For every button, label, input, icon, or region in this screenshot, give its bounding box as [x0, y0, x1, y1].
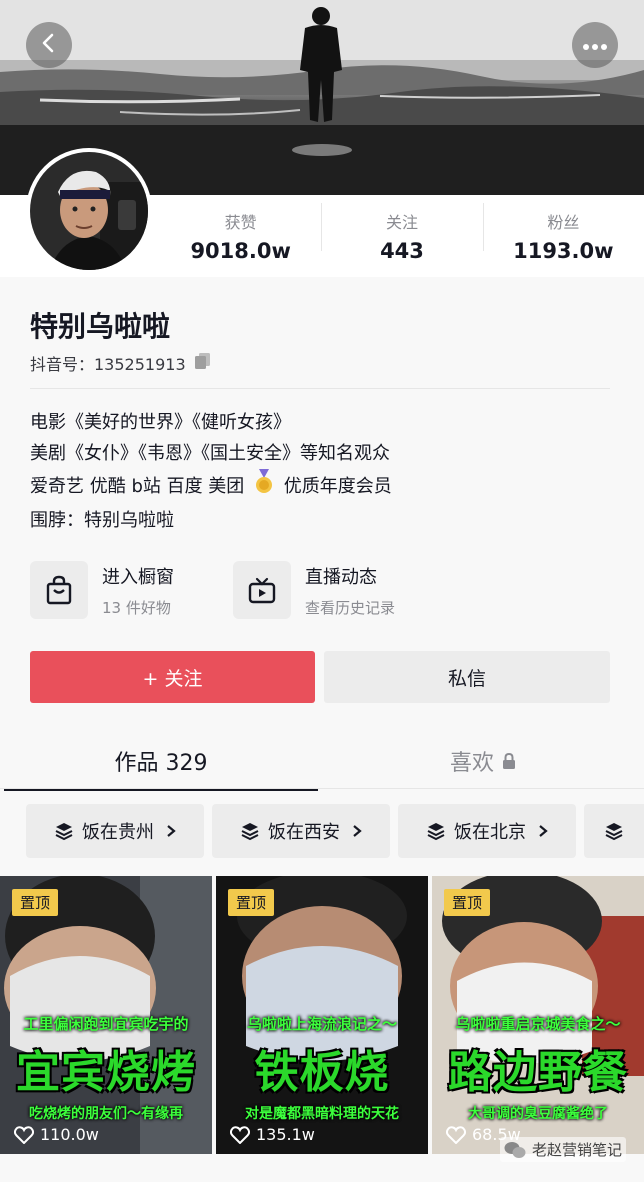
- profile-id: 抖音号：135251913: [30, 355, 186, 374]
- watermark-text: 老赵营销笔记: [531, 1141, 622, 1159]
- collection-chip[interactable]: 饭在贵州: [26, 804, 204, 858]
- heart-icon: [14, 1125, 34, 1144]
- bio-line: 电影《美好的世界》《健听女孩》: [30, 412, 291, 433]
- video-caption-bottom: 对是魔都黑暗料理的天花: [245, 1106, 399, 1122]
- heart-icon: [446, 1125, 466, 1144]
- chevron-left-icon: [38, 32, 60, 58]
- content-tabs: 作品 329 喜欢: [0, 735, 644, 791]
- video-grid: 置顶 工里偏闲跑到宜宾吃宇的 宜宾烧烤 吃烧烤的朋友们～有缘再 110.0w 置…: [0, 876, 644, 1154]
- profile-main: 特别乌啦啦 抖音号：135251913 电影《美好的世界》《健听女孩》 美剧《女…: [0, 277, 644, 1182]
- chevron-right-icon: [538, 824, 548, 838]
- video-likes: 110.0w: [14, 1125, 99, 1144]
- divider: [30, 388, 610, 389]
- tv-icon: [233, 561, 291, 619]
- pinned-badge: 置顶: [228, 889, 275, 916]
- copy-icon[interactable]: [194, 352, 212, 374]
- entry-subtitle: 查看历史记录: [305, 598, 396, 617]
- entry-shop-window[interactable]: 进入橱窗 13 件好物: [30, 561, 233, 619]
- stat-following[interactable]: 关注 443: [321, 195, 482, 277]
- tab-divider: [0, 788, 644, 789]
- stat-followers[interactable]: 粉丝 1193.0w: [482, 195, 644, 277]
- collection-chip[interactable]: 饭在北京: [398, 804, 576, 858]
- shopping-bag-icon: [30, 561, 88, 619]
- heart-icon: [230, 1125, 250, 1144]
- stat-value: 9018.0w: [190, 239, 291, 263]
- lock-icon: [502, 753, 516, 769]
- video-caption-top: 乌啦啦重启京城美食之～: [455, 1015, 621, 1033]
- collection-chips: 饭在贵州 饭在西安 饭在北京: [26, 804, 644, 858]
- stat-value: 443: [380, 239, 424, 263]
- bio-line: 优质年度会员: [283, 476, 392, 497]
- video-title: 宜宾烧烤: [16, 1047, 196, 1098]
- collection-chip[interactable]: 饭在西安: [212, 804, 390, 858]
- avatar-image: [30, 152, 148, 270]
- stat-value: 1193.0w: [513, 239, 614, 263]
- tab-label: 作品 329: [114, 751, 208, 776]
- layers-icon: [240, 821, 260, 841]
- follow-button[interactable]: + 关注: [30, 651, 315, 703]
- profile-name: 特别乌啦啦: [30, 310, 171, 343]
- entry-subtitle: 13 件好物: [102, 598, 171, 617]
- video-caption-top: 工里偏闲跑到宜宾吃宇的: [23, 1015, 189, 1033]
- stat-label: 获赞: [224, 213, 257, 232]
- entry-title: 进入橱窗: [102, 566, 174, 588]
- tab-works[interactable]: 作品 329: [0, 735, 322, 791]
- video-title: 路边野餐: [448, 1047, 628, 1098]
- more-button[interactable]: [572, 22, 618, 68]
- video-caption-bottom: 吃烧烤的朋友们～有缘再: [29, 1106, 183, 1122]
- medal-icon: [254, 469, 274, 505]
- video-likes: 135.1w: [230, 1125, 315, 1144]
- likes-count: 135.1w: [256, 1125, 315, 1144]
- bio-line: 美剧《女仆》《韦恩》《国土安全》等知名观众: [30, 443, 390, 464]
- video-title: 铁板烧: [254, 1047, 390, 1098]
- collection-chip-partial[interactable]: [584, 804, 644, 858]
- back-button[interactable]: [26, 22, 72, 68]
- profile-id-row: 抖音号：135251913: [30, 351, 212, 375]
- bio-line: 爱奇艺 优酷 b站 百度 美团: [30, 476, 245, 497]
- tab-likes[interactable]: 喜欢: [322, 735, 644, 787]
- video-caption-bottom: 大哥调的臭豆腐酱绝了: [468, 1106, 608, 1122]
- video-card[interactable]: 置顶 乌啦啦重启京城美食之～ 路边野餐 大哥调的臭豆腐酱绝了 68.5w: [432, 876, 644, 1154]
- collection-label: 饭在贵州: [82, 822, 154, 843]
- layers-icon: [54, 821, 74, 841]
- wechat-icon: [504, 1141, 526, 1158]
- entry-title: 直播动态: [305, 566, 377, 588]
- watermark: 老赵营销笔记: [499, 1137, 626, 1162]
- profile-entries: 进入橱窗 13 件好物 直播动态 查看历史记录: [30, 561, 436, 619]
- avatar[interactable]: [26, 148, 152, 274]
- tab-label: 喜欢: [449, 751, 494, 776]
- collection-label: 饭在北京: [454, 822, 526, 843]
- stat-likes[interactable]: 获赞 9018.0w: [160, 195, 321, 277]
- stats-bar: 获赞 9018.0w 关注 443 粉丝 1193.0w: [160, 195, 644, 277]
- video-caption-top: 乌啦啦上海流浪记之～: [246, 1015, 397, 1033]
- bio-line: 围脖：特别乌啦啦: [30, 510, 174, 531]
- profile-bio: 电影《美好的世界》《健听女孩》 美剧《女仆》《韦恩》《国土安全》等知名观众 爱奇…: [30, 407, 392, 536]
- video-card[interactable]: 置顶 工里偏闲跑到宜宾吃宇的 宜宾烧烤 吃烧烤的朋友们～有缘再 110.0w: [0, 876, 212, 1154]
- more-dots-icon: [582, 36, 608, 55]
- layers-icon: [604, 821, 624, 841]
- layers-icon: [426, 821, 446, 841]
- message-button[interactable]: 私信: [324, 651, 610, 703]
- pinned-badge: 置顶: [12, 889, 59, 916]
- action-buttons: + 关注 私信: [30, 651, 610, 703]
- pinned-badge: 置顶: [444, 889, 491, 916]
- chevron-right-icon: [166, 824, 176, 838]
- stat-label: 关注: [385, 213, 418, 232]
- bio-line-membership: 爱奇艺 优酷 b站 百度 美团 优质年度会员: [30, 469, 392, 505]
- entry-live-feed[interactable]: 直播动态 查看历史记录: [233, 561, 436, 619]
- chevron-right-icon: [352, 824, 362, 838]
- collection-label: 饭在西安: [268, 822, 340, 843]
- likes-count: 110.0w: [40, 1125, 99, 1144]
- stat-label: 粉丝: [547, 213, 580, 232]
- video-card[interactable]: 置顶 乌啦啦上海流浪记之～ 铁板烧 对是魔都黑暗料理的天花 135.1w: [216, 876, 428, 1154]
